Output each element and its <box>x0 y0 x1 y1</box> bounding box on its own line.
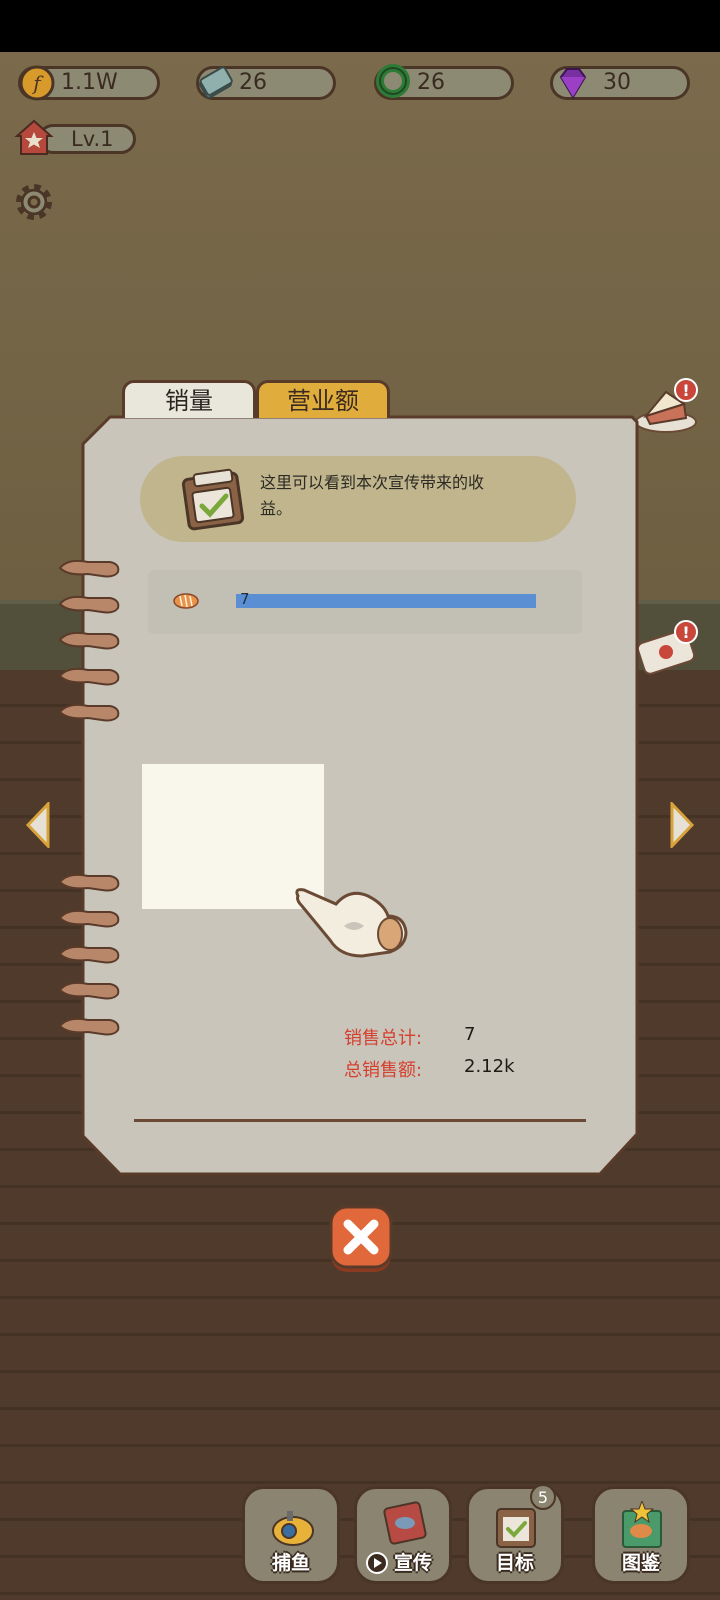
gear-icon[interactable] <box>14 182 54 222</box>
bait-value: 26 <box>417 70 445 95</box>
ticket-notification-icon[interactable]: ! <box>636 618 706 678</box>
coin-icon: f <box>19 65 55 101</box>
close-button[interactable] <box>328 1204 394 1276</box>
sales-bar <box>236 594 536 608</box>
divider <box>134 1119 586 1122</box>
banknote-icon <box>198 66 233 99</box>
nav-promote[interactable]: 宣传 <box>354 1486 452 1584</box>
purple-gem-icon <box>559 68 587 99</box>
gem-value: 30 <box>603 70 631 95</box>
cake-notification-icon[interactable]: ! <box>636 378 706 438</box>
sales-bar-value: 7 <box>240 590 250 608</box>
tab-revenue-label: 营业额 <box>287 387 359 415</box>
goal-clipboard-icon <box>496 1508 536 1548</box>
tab-revenue[interactable]: 营业额 <box>256 380 390 418</box>
total-sales-label: 销售总计: <box>344 1028 423 1049</box>
coin-value: 1.1W <box>61 70 118 95</box>
nav-fishing[interactable]: 捕鱼 <box>242 1486 340 1584</box>
pointing-hand-icon <box>295 888 408 958</box>
goals-count-badge: 5 <box>530 1484 556 1510</box>
cash-counter[interactable]: 26 <box>196 66 336 100</box>
tab-sales-volume[interactable]: 销量 <box>122 380 256 418</box>
total-sales-value: 7 <box>464 1024 476 1045</box>
tip-text: 这里可以看到本次宣传带来的收益。 <box>260 473 485 518</box>
nav-fishing-label: 捕鱼 <box>271 1552 310 1574</box>
total-revenue-value: 2.12k <box>464 1056 515 1077</box>
nav-collection[interactable]: 图鉴 <box>592 1486 690 1584</box>
nav-promote-label: 宣传 <box>393 1552 432 1574</box>
fish-album-icon <box>622 1501 662 1548</box>
svg-text:!: ! <box>682 623 689 642</box>
coin-counter[interactable]: f 1.1W <box>18 65 160 101</box>
green-ring-icon <box>376 64 410 98</box>
submarine-icon <box>272 1511 314 1546</box>
sales-item-row: 7 <box>148 570 582 634</box>
level-label: Lv.1 <box>71 127 114 151</box>
arrow-right-icon[interactable] <box>668 802 696 848</box>
total-revenue-label: 总销售额: <box>344 1060 423 1081</box>
level-badge[interactable]: Lv.1 <box>14 118 136 158</box>
nav-collection-label: 图鉴 <box>621 1552 660 1574</box>
gem-counter[interactable]: 30 <box>550 66 690 100</box>
bait-counter[interactable]: 26 <box>374 64 514 100</box>
tip-banner: 这里可以看到本次宣传带来的收益。 <box>140 456 576 542</box>
tab-sales-volume-label: 销量 <box>165 387 213 415</box>
fish-fillet-icon <box>173 593 199 609</box>
goal-clipboard-icon <box>181 468 245 531</box>
status-bar <box>0 0 720 52</box>
nav-goals-label: 目标 <box>495 1552 534 1574</box>
cash-value: 26 <box>239 70 267 95</box>
arrow-left-icon[interactable] <box>24 802 52 848</box>
house-star-icon <box>14 119 54 155</box>
svg-text:!: ! <box>682 381 689 400</box>
promo-play-icon <box>383 1501 427 1545</box>
